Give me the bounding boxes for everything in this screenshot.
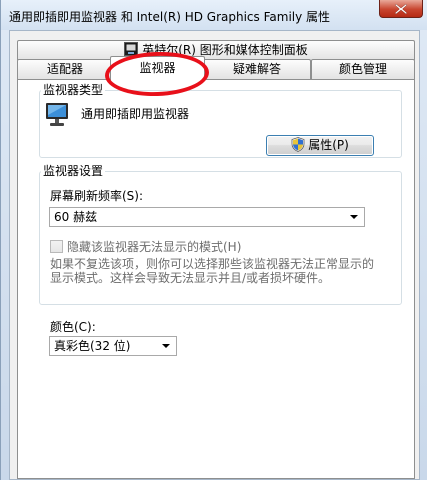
tab-monitor[interactable]: 监视器 xyxy=(110,56,205,80)
hide-modes-checkbox[interactable] xyxy=(50,240,63,253)
group-label: 监视器类型 xyxy=(41,82,106,98)
monitor-name: 通用即插即用监视器 xyxy=(81,107,190,121)
hint-text-line2: 显示模式。这样会导致无法显示并且/或者损坏硬件。 xyxy=(50,271,331,285)
monitor-icon xyxy=(46,103,68,126)
properties-window: 通用即插即用监视器 和 Intel(R) HD Graphics Family … xyxy=(0,0,427,480)
uac-shield-icon xyxy=(291,137,305,152)
refresh-rate-value: 60 赫兹 xyxy=(54,210,98,224)
tab-label: 颜色管理 xyxy=(338,62,387,76)
intel-graphics-icon xyxy=(124,42,139,56)
color-value: 真彩色(32 位) xyxy=(54,339,131,353)
tab-color-management[interactable]: 颜色管理 xyxy=(311,59,415,79)
chevron-down-icon xyxy=(350,215,358,219)
properties-button[interactable]: 属性(P) xyxy=(266,135,374,156)
close-button[interactable] xyxy=(379,0,423,18)
hide-modes-label: 隐藏该监视器无法显示的模式(H) xyxy=(67,240,242,254)
tab-label: 监视器 xyxy=(139,61,176,75)
tab-label: 疑难解答 xyxy=(232,62,281,76)
close-icon xyxy=(395,3,407,14)
tab-label: 英特尔(R) 图形和媒体控制面板 xyxy=(142,43,308,57)
color-label: 颜色(C): xyxy=(50,320,96,334)
color-select[interactable]: 真彩色(32 位) xyxy=(49,336,177,356)
monitor-tab-panel: 监视器类型 通用即插即用监视器 属性(P) 监视器设置 屏幕刷新频率(S): 6… xyxy=(17,79,415,479)
tab-adapter[interactable]: 适配器 xyxy=(17,59,113,79)
window-title: 通用即插即用监视器 和 Intel(R) HD Graphics Family … xyxy=(9,10,331,24)
refresh-rate-select[interactable]: 60 赫兹 xyxy=(49,207,365,227)
tab-intel-graphics[interactable]: 英特尔(R) 图形和媒体控制面板 xyxy=(17,40,415,60)
tab-label: 适配器 xyxy=(46,62,83,76)
properties-button-label: 属性(P) xyxy=(308,138,349,152)
dialog-client-area: 英特尔(R) 图形和媒体控制面板 适配器 监视器 疑难解答 颜色管理 监视器类型 xyxy=(9,30,420,480)
refresh-rate-label: 屏幕刷新频率(S): xyxy=(50,189,144,203)
group-label: 监视器设置 xyxy=(41,163,106,179)
tab-troubleshoot[interactable]: 疑难解答 xyxy=(203,59,311,79)
title-bar: 通用即插即用监视器 和 Intel(R) HD Graphics Family … xyxy=(1,0,427,30)
chevron-down-icon xyxy=(162,344,170,348)
